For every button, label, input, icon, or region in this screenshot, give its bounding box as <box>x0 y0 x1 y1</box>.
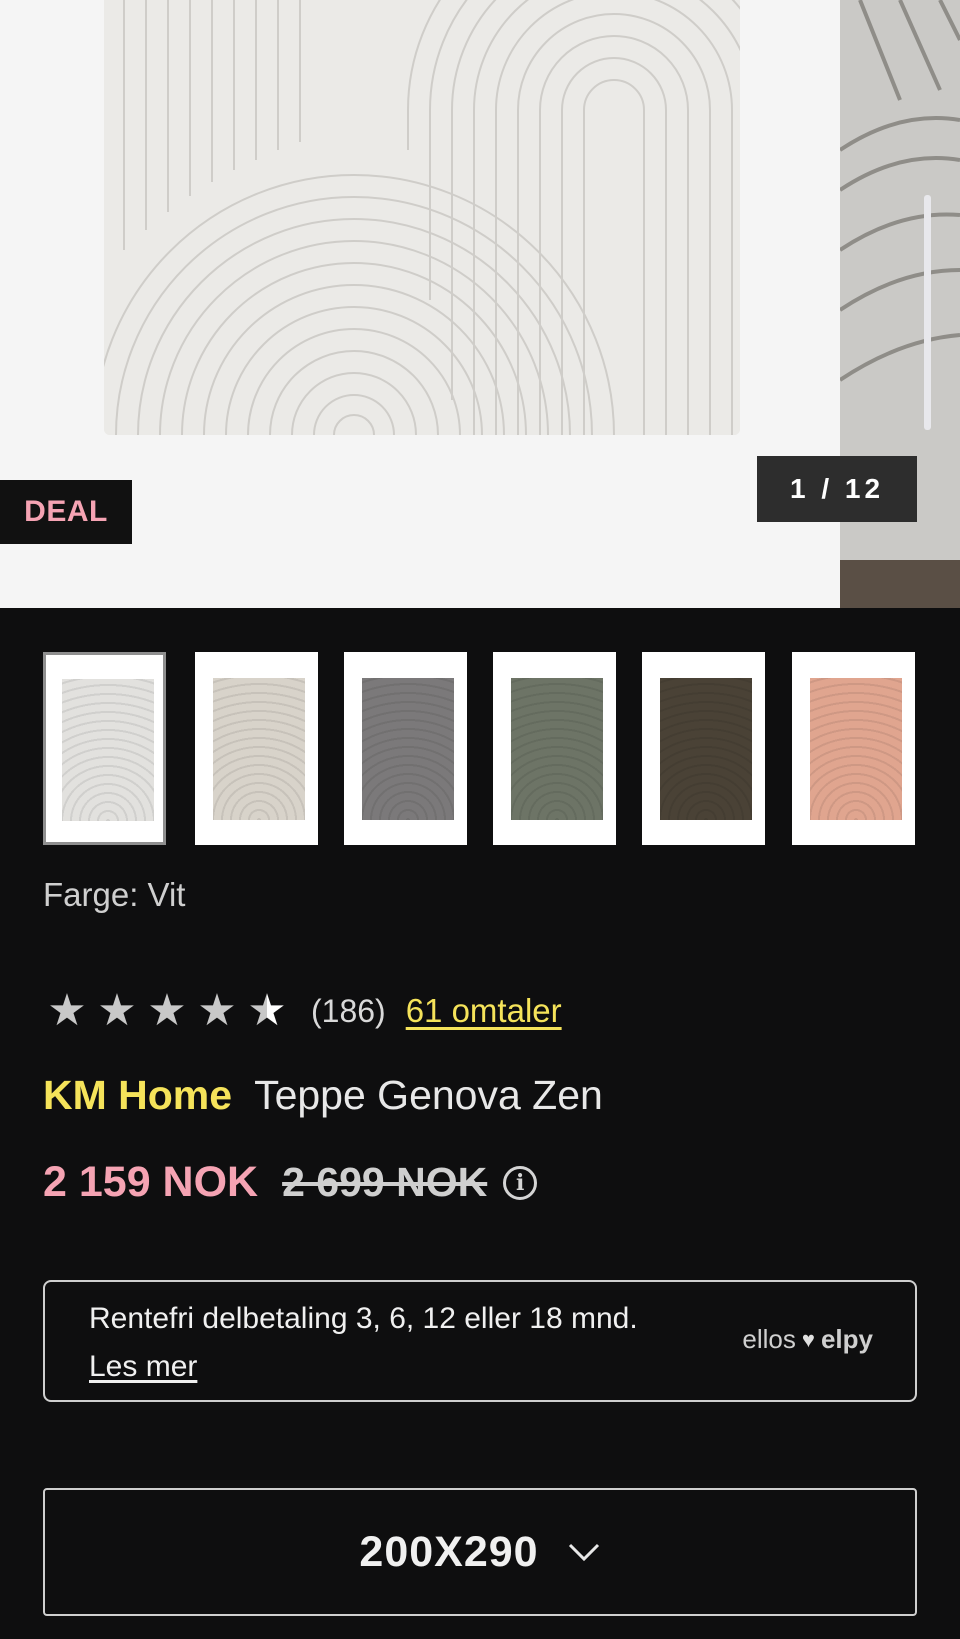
price-row: 2 159 NOK 2 699 NOK i <box>43 1158 538 1207</box>
size-value: 200X290 <box>359 1527 539 1576</box>
rating-row: ★ ★ ★ ★ ★ (186) 61 omtaler <box>43 986 562 1036</box>
thumbnail-1[interactable] <box>43 652 166 845</box>
star-rating: ★ ★ ★ ★ ★ <box>43 989 291 1033</box>
info-icon[interactable]: i <box>503 1165 538 1200</box>
half-star-icon: ★ <box>243 989 291 1033</box>
financing-box: Rentefri delbetaling 3, 6, 12 eller 18 m… <box>43 1280 917 1402</box>
thumbnail-6[interactable] <box>792 652 915 845</box>
product-title: KM Home Teppe Genova Zen <box>43 1072 603 1119</box>
star-icon: ★ <box>97 986 137 1035</box>
brand-name[interactable]: KM Home <box>43 1072 232 1119</box>
gallery-scrollbar[interactable] <box>924 195 931 430</box>
thumbnail-4[interactable] <box>493 652 616 845</box>
rug-pattern <box>104 0 740 435</box>
main-product-image[interactable] <box>104 0 740 435</box>
color-label: Farge: Vit <box>43 876 186 913</box>
image-gallery[interactable]: DEAL 1 / 12 <box>0 0 960 608</box>
image-counter: 1 / 12 <box>757 456 917 522</box>
current-price: 2 159 NOK <box>43 1158 259 1206</box>
reviews-link[interactable]: 61 omtaler <box>406 992 562 1030</box>
thumbnail-rug <box>362 678 454 820</box>
thumbnail-5[interactable] <box>642 652 765 845</box>
thumbnail-rug <box>213 678 305 820</box>
thumbnail-rug <box>810 678 902 820</box>
financing-text: Rentefri delbetaling 3, 6, 12 eller 18 m… <box>89 1302 638 1335</box>
elpy-logo-text: elpy <box>820 1324 873 1354</box>
read-more-link[interactable]: Les mer <box>89 1350 197 1384</box>
star-icon: ★ <box>197 986 237 1035</box>
size-select[interactable]: 200X290 <box>43 1488 917 1616</box>
thumbnail-rug <box>62 679 154 821</box>
ellos-elpy-logo: ellos ♥ elpy <box>742 1324 873 1355</box>
thumbnail-rug <box>511 678 603 820</box>
original-price: 2 699 NOK <box>282 1159 488 1205</box>
deal-badge: DEAL <box>0 480 132 544</box>
product-name: Teppe Genova Zen <box>254 1072 603 1118</box>
rating-count: (186) <box>311 992 386 1029</box>
star-icon: ★ <box>47 986 87 1035</box>
thumbnail-2[interactable] <box>195 652 318 845</box>
product-page: DEAL 1 / 12 Farge: Vit ★ ★ ★ ★ ★ (186) 6… <box>0 0 960 1639</box>
chevron-down-icon <box>568 1543 599 1562</box>
thumbnail-3[interactable] <box>344 652 467 845</box>
thumbnail-strip <box>43 652 917 846</box>
star-icon: ★ <box>147 986 187 1035</box>
ellos-logo-text: ellos <box>742 1324 796 1354</box>
thumbnail-rug <box>660 678 752 820</box>
heart-icon: ♥ <box>801 1326 815 1352</box>
